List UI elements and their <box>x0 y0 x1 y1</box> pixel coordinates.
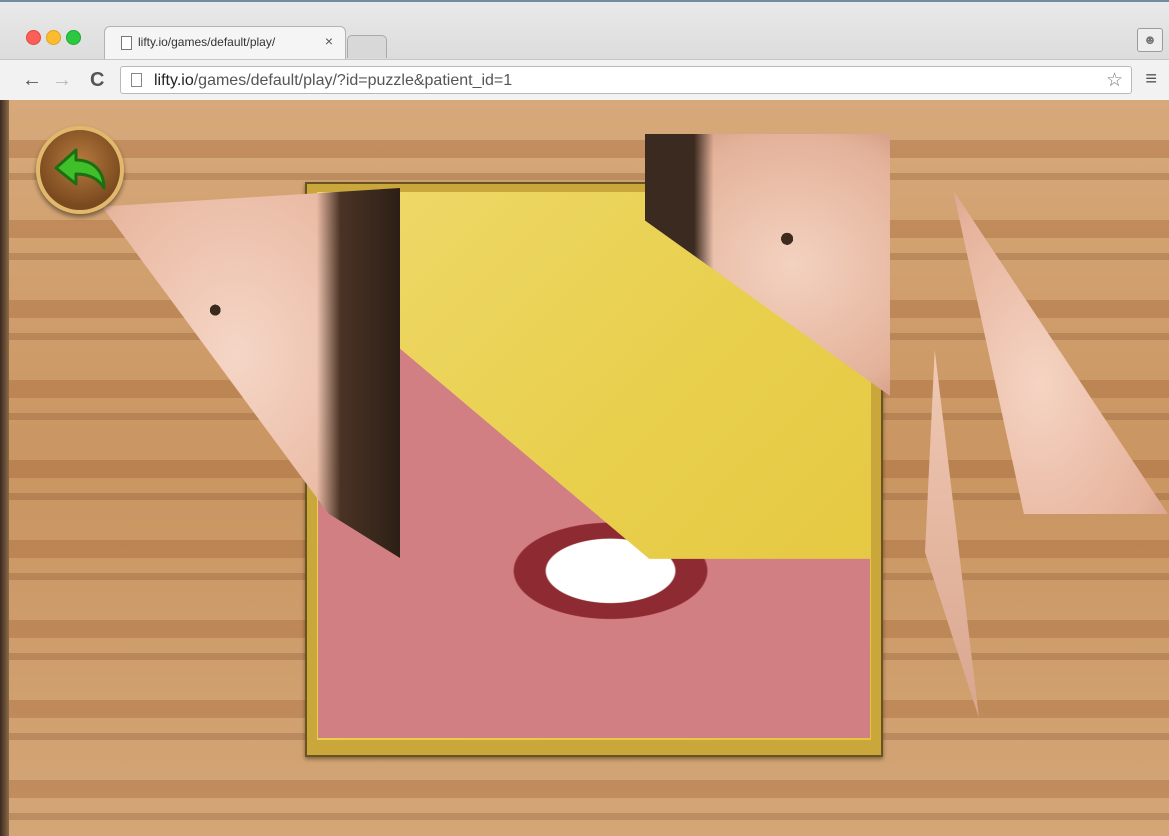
undo-arrow-icon <box>54 148 106 190</box>
tab-title: lifty.io/games/default/play/ <box>138 35 276 49</box>
url-path: /games/default/play/?id=puzzle&patient_i… <box>193 72 513 89</box>
hamburger-menu-icon[interactable]: ≡ <box>1145 68 1157 91</box>
new-tab-button[interactable] <box>347 35 387 58</box>
puzzle-piece-left-eye[interactable] <box>102 188 400 558</box>
puzzle-piece-sliver[interactable] <box>925 350 979 718</box>
browser-tab[interactable]: lifty.io/games/default/play/ × <box>104 26 346 60</box>
page-icon <box>121 36 132 50</box>
back-button[interactable] <box>36 126 124 214</box>
page-icon <box>131 73 142 87</box>
star-icon[interactable]: ☆ <box>1106 69 1123 92</box>
browser-chrome: lifty.io/games/default/play/ × ☻ ← → C l… <box>0 0 1169 102</box>
url-host: lifty.io <box>154 72 194 89</box>
url-text[interactable]: lifty.io/games/default/play/?id=puzzle&p… <box>154 72 512 90</box>
puzzle-piece-nose[interactable] <box>953 190 1168 514</box>
minimize-window-button[interactable] <box>46 30 61 45</box>
window-left-edge <box>0 100 9 836</box>
zoom-window-button[interactable] <box>66 30 81 45</box>
arrow-left-icon[interactable]: ← <box>22 70 42 90</box>
close-window-button[interactable] <box>26 30 41 45</box>
browser-toolbar: ← → C lifty.io/games/default/play/?id=pu… <box>0 59 1169 102</box>
address-bar[interactable]: lifty.io/games/default/play/?id=puzzle&p… <box>120 66 1132 94</box>
tab-close-icon[interactable]: × <box>325 33 333 49</box>
reload-icon[interactable]: C <box>90 70 104 90</box>
arrow-right-icon[interactable]: → <box>52 70 72 90</box>
puzzle-game-area <box>0 100 1169 836</box>
user-icon[interactable]: ☻ <box>1137 28 1163 52</box>
